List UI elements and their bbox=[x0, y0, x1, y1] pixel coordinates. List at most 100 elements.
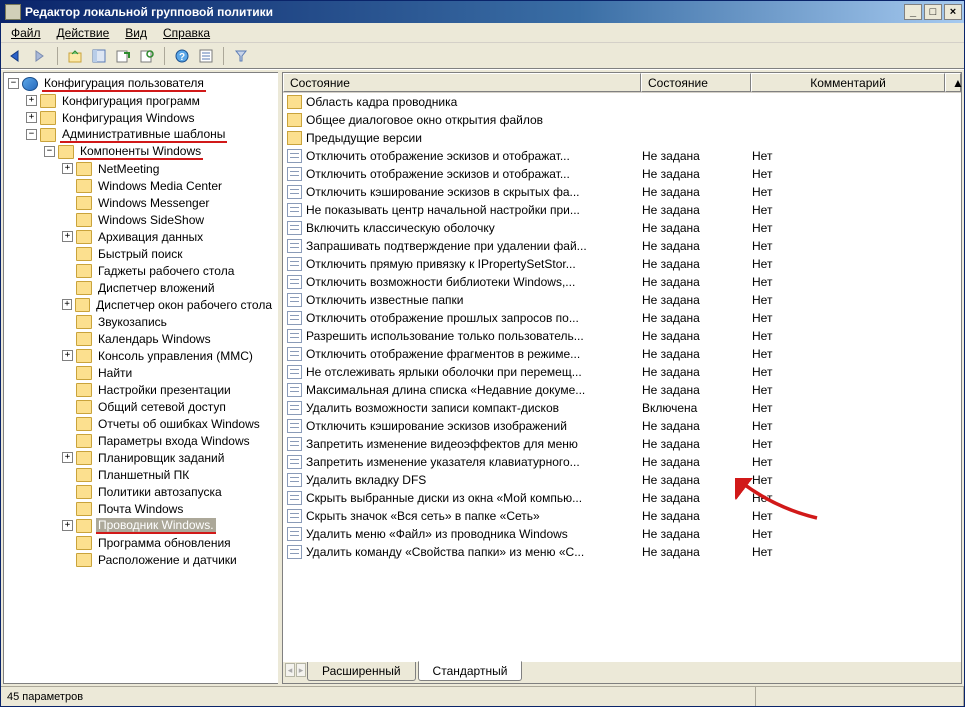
tree-item[interactable]: +Архивация данных bbox=[4, 228, 278, 245]
tree-item[interactable]: Программа обновления bbox=[4, 534, 278, 551]
list-body[interactable]: Область кадра проводникаОбщее диалоговое… bbox=[283, 93, 961, 661]
menu-action[interactable]: Действие bbox=[49, 25, 118, 41]
list-row[interactable]: Запретить изменение указателя клавиатурн… bbox=[283, 453, 961, 471]
list-row[interactable]: Отключить кэширование эскизов в скрытых … bbox=[283, 183, 961, 201]
folder-icon bbox=[76, 451, 92, 465]
expand-icon[interactable]: + bbox=[62, 452, 73, 463]
tree-item[interactable]: Расположение и датчики bbox=[4, 551, 278, 568]
up-button[interactable] bbox=[64, 45, 86, 67]
filter-button[interactable] bbox=[230, 45, 252, 67]
expand-icon[interactable]: + bbox=[26, 112, 37, 123]
help-button[interactable]: ? bbox=[171, 45, 193, 67]
tree-item[interactable]: Политики автозапуска bbox=[4, 483, 278, 500]
list-pane: Состояние Состояние Комментарий ▲ Област… bbox=[282, 72, 962, 684]
list-row[interactable]: Удалить возможности записи компакт-диско… bbox=[283, 399, 961, 417]
list-row[interactable]: Не отслеживать ярлыки оболочки при перем… bbox=[283, 363, 961, 381]
list-row[interactable]: Отключить известные папкиНе заданаНет bbox=[283, 291, 961, 309]
list-row[interactable]: Область кадра проводника bbox=[283, 93, 961, 111]
tree-item[interactable]: Почта Windows bbox=[4, 500, 278, 517]
column-comment[interactable]: Комментарий bbox=[751, 73, 945, 92]
tree-pane[interactable]: −Конфигурация пользователя+Конфигурация … bbox=[3, 72, 278, 684]
tree-item[interactable]: +Диспетчер окон рабочего стола bbox=[4, 296, 278, 313]
tree-item[interactable]: Параметры входа Windows bbox=[4, 432, 278, 449]
tab-scroll-right[interactable]: ▸ bbox=[296, 663, 306, 677]
folder-icon bbox=[76, 485, 92, 499]
collapse-icon[interactable]: − bbox=[8, 78, 19, 89]
refresh-button[interactable] bbox=[136, 45, 158, 67]
tree-item[interactable]: Календарь Windows bbox=[4, 330, 278, 347]
list-row[interactable]: Запретить изменение видеоэффектов для ме… bbox=[283, 435, 961, 453]
tree-item[interactable]: +Конфигурация Windows bbox=[4, 109, 278, 126]
tree-item[interactable]: Звукозапись bbox=[4, 313, 278, 330]
list-row[interactable]: Разрешить использование только пользоват… bbox=[283, 327, 961, 345]
policy-icon bbox=[287, 311, 302, 325]
tree-item[interactable]: −Конфигурация пользователя bbox=[4, 75, 278, 92]
list-row[interactable]: Отключить отображение эскизов и отобража… bbox=[283, 147, 961, 165]
tab-extended[interactable]: Расширенный bbox=[307, 662, 416, 681]
close-button[interactable]: × bbox=[944, 4, 962, 20]
list-row[interactable]: Скрыть значок «Вся сеть» в папке «Сеть»Н… bbox=[283, 507, 961, 525]
tree-item[interactable]: Windows Media Center bbox=[4, 177, 278, 194]
expand-icon[interactable]: + bbox=[62, 520, 73, 531]
minimize-button[interactable]: _ bbox=[904, 4, 922, 20]
collapse-icon[interactable]: − bbox=[26, 129, 37, 140]
list-row[interactable]: Не показывать центр начальной настройки … bbox=[283, 201, 961, 219]
column-name[interactable]: Состояние bbox=[283, 73, 641, 92]
maximize-button[interactable]: □ bbox=[924, 4, 942, 20]
list-row[interactable]: Удалить меню «Файл» из проводника Window… bbox=[283, 525, 961, 543]
tree-item[interactable]: +Конфигурация программ bbox=[4, 92, 278, 109]
menu-help[interactable]: Справка bbox=[155, 25, 218, 41]
properties-button[interactable] bbox=[195, 45, 217, 67]
list-row[interactable]: Отключить отображение эскизов и отобража… bbox=[283, 165, 961, 183]
expand-icon[interactable]: + bbox=[62, 231, 73, 242]
list-row[interactable]: Скрыть выбранные диски из окна «Мой комп… bbox=[283, 489, 961, 507]
tree-item[interactable]: +Консоль управления (ММС) bbox=[4, 347, 278, 364]
list-row[interactable]: Отключить отображение фрагментов в режим… bbox=[283, 345, 961, 363]
forward-button[interactable] bbox=[29, 45, 51, 67]
list-row[interactable]: Отключить возможности библиотеки Windows… bbox=[283, 273, 961, 291]
tree-item[interactable]: Общий сетевой доступ bbox=[4, 398, 278, 415]
tree-item[interactable]: +NetMeeting bbox=[4, 160, 278, 177]
expand-icon[interactable]: + bbox=[62, 350, 73, 361]
export-button[interactable] bbox=[112, 45, 134, 67]
list-item-comment: Нет bbox=[752, 347, 961, 361]
list-item-name: Удалить возможности записи компакт-диско… bbox=[306, 401, 642, 415]
titlebar[interactable]: Редактор локальной групповой политики _ … bbox=[1, 1, 964, 23]
tree-item[interactable]: Windows Messenger bbox=[4, 194, 278, 211]
list-row[interactable]: Удалить вкладку DFSНе заданаНет bbox=[283, 471, 961, 489]
tree-item[interactable]: Диспетчер вложений bbox=[4, 279, 278, 296]
tree-item[interactable]: Гаджеты рабочего стола bbox=[4, 262, 278, 279]
back-button[interactable] bbox=[5, 45, 27, 67]
show-hide-tree-button[interactable] bbox=[88, 45, 110, 67]
list-row[interactable]: Включить классическую оболочкуНе заданаН… bbox=[283, 219, 961, 237]
tab-scroll-left[interactable]: ◂ bbox=[285, 663, 295, 677]
tree-item[interactable]: Планшетный ПК bbox=[4, 466, 278, 483]
collapse-icon[interactable]: − bbox=[44, 146, 55, 157]
expand-icon[interactable]: + bbox=[26, 95, 37, 106]
tree-item[interactable]: −Административные шаблоны bbox=[4, 126, 278, 143]
tree-item[interactable]: −Компоненты Windows bbox=[4, 143, 278, 160]
tree-item[interactable]: Быстрый поиск bbox=[4, 245, 278, 262]
list-row[interactable]: Отключить прямую привязку к IPropertySet… bbox=[283, 255, 961, 273]
tree-item[interactable]: +Проводник Windows. bbox=[4, 517, 278, 534]
column-state[interactable]: Состояние bbox=[641, 73, 751, 92]
menu-file[interactable]: Файл bbox=[3, 25, 49, 41]
list-row[interactable]: Удалить команду «Свойства папки» из меню… bbox=[283, 543, 961, 561]
list-row[interactable]: Запрашивать подтверждение при удалении ф… bbox=[283, 237, 961, 255]
menu-view[interactable]: Вид bbox=[117, 25, 155, 41]
tree-item[interactable]: Настройки презентации bbox=[4, 381, 278, 398]
tree-item-label: Диспетчер вложений bbox=[96, 281, 217, 295]
tree-item[interactable]: Найти bbox=[4, 364, 278, 381]
tab-standard[interactable]: Стандартный bbox=[418, 661, 523, 681]
expand-icon[interactable]: + bbox=[62, 299, 72, 310]
expand-icon[interactable]: + bbox=[62, 163, 73, 174]
list-row[interactable]: Общее диалоговое окно открытия файлов bbox=[283, 111, 961, 129]
list-item-name: Скрыть выбранные диски из окна «Мой комп… bbox=[306, 491, 642, 505]
tree-item[interactable]: +Планировщик заданий bbox=[4, 449, 278, 466]
tree-item[interactable]: Отчеты об ошибках Windows bbox=[4, 415, 278, 432]
list-row[interactable]: Максимальная длина списка «Недавние доку… bbox=[283, 381, 961, 399]
list-row[interactable]: Отключить кэширование эскизов изображени… bbox=[283, 417, 961, 435]
list-row[interactable]: Отключить отображение прошлых запросов п… bbox=[283, 309, 961, 327]
tree-item[interactable]: Windows SideShow bbox=[4, 211, 278, 228]
list-row[interactable]: Предыдущие версии bbox=[283, 129, 961, 147]
